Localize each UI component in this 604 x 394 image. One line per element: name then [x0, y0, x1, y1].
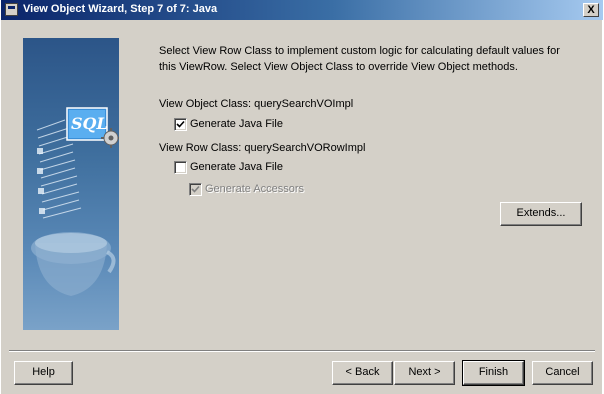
window-title: View Object Wizard, Step 7 of 7: Java [23, 3, 218, 15]
sql-logo-text: SQL [71, 114, 108, 133]
vo-generate-java-checkbox[interactable] [174, 118, 187, 131]
footer-separator [9, 350, 595, 352]
generate-accessors-label: Generate Accessors [205, 183, 305, 195]
close-button[interactable]: X [583, 3, 599, 17]
view-row-class-label: View Row Class: querySearchVORowImpl [159, 142, 366, 154]
back-button[interactable]: < Back [332, 361, 393, 385]
help-button[interactable]: Help [14, 361, 73, 385]
view-object-class-label: View Object Class: querySearchVOImpl [159, 98, 354, 110]
generate-accessors-checkbox[interactable] [189, 183, 202, 196]
illustration-graphic [31, 107, 119, 296]
vr-generate-java-label[interactable]: Generate Java File [190, 161, 283, 173]
checkmark-icon [176, 120, 185, 128]
wizard-dialog: View Object Wizard, Step 7 of 7: Java X [0, 0, 603, 394]
step-description: Select View Row Class to implement custo… [159, 45, 560, 73]
next-button[interactable]: Next > [394, 361, 455, 385]
vr-generate-java-checkbox[interactable] [174, 161, 187, 174]
wizard-illustration: SQL [23, 38, 119, 330]
checkmark-icon [191, 185, 200, 193]
window-icon [5, 3, 18, 16]
extends-button[interactable]: Extends... [500, 202, 582, 226]
finish-button[interactable]: Finish [462, 360, 525, 386]
cancel-button[interactable]: Cancel [532, 361, 593, 385]
vo-generate-java-label[interactable]: Generate Java File [190, 118, 283, 130]
title-bar: View Object Wizard, Step 7 of 7: Java X [1, 0, 603, 20]
